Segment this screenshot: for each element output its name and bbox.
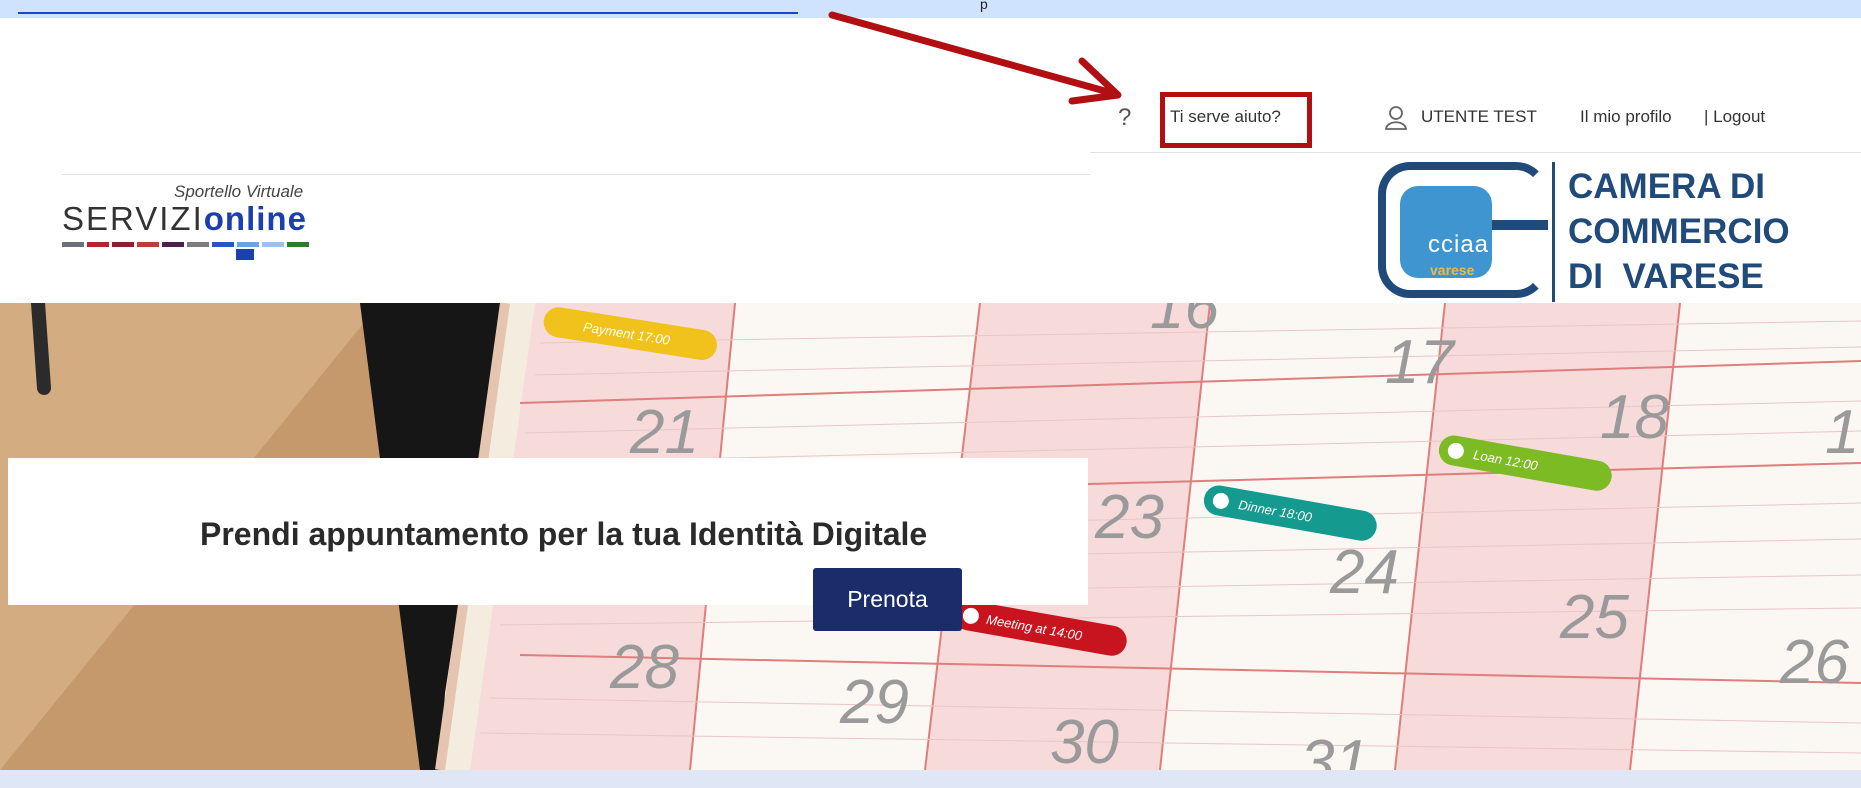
profile-link[interactable]: Il mio profilo — [1580, 107, 1672, 127]
help-icon[interactable]: ? — [1118, 104, 1131, 132]
banner-headline: Prendi appuntamento per la tua Identità … — [200, 516, 928, 552]
help-link[interactable]: Ti serve aiuto? — [1170, 107, 1281, 127]
logo-subtitle: Sportello Virtuale — [174, 182, 304, 201]
utility-bar: ? Ti serve aiuto? UTENTE TEST Il mio pro… — [1090, 92, 1861, 153]
calendar-date: 17 — [1385, 328, 1456, 397]
cciaa-logo-badge: cciaa varese — [1400, 186, 1492, 278]
calendar-date: 26 — [1779, 628, 1849, 697]
camera-name: CAMERA DI COMMERCIO DI VARESE — [1568, 167, 1790, 296]
calendar-date: 23 — [1094, 483, 1164, 552]
user-icon — [1385, 106, 1407, 130]
logo-title: SERVIZIonline — [62, 200, 307, 237]
cciaa-logo-divider — [1552, 162, 1555, 302]
logout-link[interactable]: | Logout — [1704, 107, 1765, 127]
annotation-arrow-icon — [828, 11, 1122, 105]
servizi-online-logo[interactable]: Sportello Virtuale SERVIZIonline — [62, 178, 362, 268]
calendar-date: 16 — [1150, 303, 1219, 342]
cciaa-label: cciaa — [1428, 231, 1490, 258]
calendar-date: 21 — [629, 398, 699, 467]
varese-label: varese — [1430, 262, 1475, 278]
calendar-date: 31 — [1300, 728, 1369, 770]
calendar-date: 29 — [839, 668, 909, 737]
calendar-date: 25 — [1559, 583, 1629, 652]
logo-square — [236, 249, 254, 260]
calendar-date: 24 — [1329, 538, 1399, 607]
prenota-button[interactable]: Prenota — [813, 568, 962, 631]
user-name: UTENTE TEST — [1421, 107, 1537, 126]
calendar-date: 19 — [1825, 398, 1861, 467]
cciaa-logo-bar — [1492, 220, 1548, 230]
bottom-strip — [0, 770, 1861, 788]
calendar-date: 30 — [1050, 708, 1119, 770]
calendar-date: 18 — [1600, 383, 1669, 452]
camera-commercio-logo[interactable]: cciaa varese CAMERA DI COMMERCIO DI VARE… — [1378, 156, 1838, 306]
top-link-fragment[interactable] — [18, 0, 798, 14]
calendar-date: 28 — [609, 633, 679, 702]
header-divider — [62, 174, 1090, 175]
logo-color-bars — [62, 242, 309, 247]
